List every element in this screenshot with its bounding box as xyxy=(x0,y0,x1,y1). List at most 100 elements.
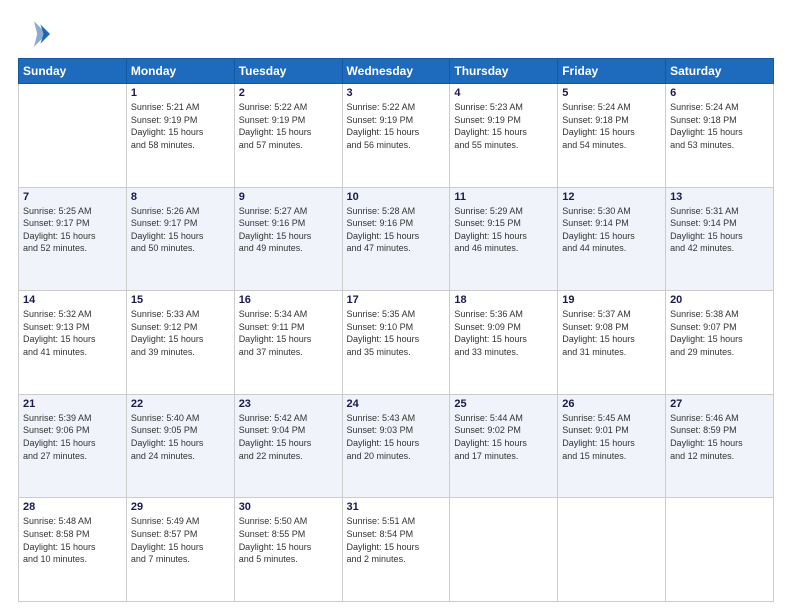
day-number: 23 xyxy=(239,398,338,410)
day-info: Sunrise: 5:43 AM Sunset: 9:03 PM Dayligh… xyxy=(347,412,446,462)
calendar-cell: 8 Sunrise: 5:26 AM Sunset: 9:17 PM Daylig… xyxy=(126,187,234,291)
day-info: Sunrise: 5:37 AM Sunset: 9:08 PM Dayligh… xyxy=(562,308,661,358)
calendar-cell: 20 Sunrise: 5:38 AM Sunset: 9:07 PM Dayli… xyxy=(666,291,774,395)
day-info: Sunrise: 5:22 AM Sunset: 9:19 PM Dayligh… xyxy=(347,101,446,151)
calendar-cell xyxy=(558,498,666,602)
day-info: Sunrise: 5:28 AM Sunset: 9:16 PM Dayligh… xyxy=(347,205,446,255)
weekday-header: Friday xyxy=(558,59,666,84)
calendar-cell: 6 Sunrise: 5:24 AM Sunset: 9:18 PM Daylig… xyxy=(666,84,774,188)
weekday-header: Monday xyxy=(126,59,234,84)
calendar-cell: 18 Sunrise: 5:36 AM Sunset: 9:09 PM Dayli… xyxy=(450,291,558,395)
calendar-cell: 25 Sunrise: 5:44 AM Sunset: 9:02 PM Dayli… xyxy=(450,394,558,498)
calendar-cell: 21Sunrise: 5:39 AM Sunset: 9:06 PM Dayli… xyxy=(19,394,127,498)
day-number: 18 xyxy=(454,294,553,306)
day-info: Sunrise: 5:31 AM Sunset: 9:14 PM Dayligh… xyxy=(670,205,769,255)
day-number: 12 xyxy=(562,191,661,203)
day-number: 26 xyxy=(562,398,661,410)
calendar-cell: 3Sunrise: 5:22 AM Sunset: 9:19 PM Daylig… xyxy=(342,84,450,188)
day-number: 29 xyxy=(131,501,230,513)
day-number: 11 xyxy=(454,191,553,203)
day-number: 9 xyxy=(239,191,338,203)
calendar-cell: 16 Sunrise: 5:34 AM Sunset: 9:11 PM Dayli… xyxy=(234,291,342,395)
day-info: Sunrise: 5:45 AM Sunset: 9:01 PM Dayligh… xyxy=(562,412,661,462)
calendar-cell: 19Sunrise: 5:37 AM Sunset: 9:08 PM Dayli… xyxy=(558,291,666,395)
weekday-header: Thursday xyxy=(450,59,558,84)
calendar-week-row: 28Sunrise: 5:48 AM Sunset: 8:58 PM Dayli… xyxy=(19,498,774,602)
day-info: Sunrise: 5:50 AM Sunset: 8:55 PM Dayligh… xyxy=(239,515,338,565)
calendar-cell: 27Sunrise: 5:46 AM Sunset: 8:59 PM Dayli… xyxy=(666,394,774,498)
logo xyxy=(18,18,54,50)
day-number: 28 xyxy=(23,501,122,513)
day-number: 2 xyxy=(239,87,338,99)
calendar-cell: 23 Sunrise: 5:42 AM Sunset: 9:04 PM Dayli… xyxy=(234,394,342,498)
calendar-cell: 24 Sunrise: 5:43 AM Sunset: 9:03 PM Dayli… xyxy=(342,394,450,498)
header xyxy=(18,18,774,50)
page: SundayMondayTuesdayWednesdayThursdayFrid… xyxy=(0,0,792,612)
day-number: 8 xyxy=(131,191,230,203)
day-number: 25 xyxy=(454,398,553,410)
weekday-header: Saturday xyxy=(666,59,774,84)
calendar-cell xyxy=(666,498,774,602)
weekday-header: Sunday xyxy=(19,59,127,84)
day-number: 7 xyxy=(23,191,122,203)
calendar-cell: 2 Sunrise: 5:22 AM Sunset: 9:19 PM Daylig… xyxy=(234,84,342,188)
calendar-cell: 30 Sunrise: 5:50 AM Sunset: 8:55 PM Dayli… xyxy=(234,498,342,602)
calendar-week-row: 21Sunrise: 5:39 AM Sunset: 9:06 PM Dayli… xyxy=(19,394,774,498)
day-number: 4 xyxy=(454,87,553,99)
day-info: Sunrise: 5:42 AM Sunset: 9:04 PM Dayligh… xyxy=(239,412,338,462)
calendar-cell: 15 Sunrise: 5:33 AM Sunset: 9:12 PM Dayli… xyxy=(126,291,234,395)
day-number: 16 xyxy=(239,294,338,306)
day-info: Sunrise: 5:29 AM Sunset: 9:15 PM Dayligh… xyxy=(454,205,553,255)
calendar-cell: 17 Sunrise: 5:35 AM Sunset: 9:10 PM Dayli… xyxy=(342,291,450,395)
day-info: Sunrise: 5:36 AM Sunset: 9:09 PM Dayligh… xyxy=(454,308,553,358)
day-info: Sunrise: 5:38 AM Sunset: 9:07 PM Dayligh… xyxy=(670,308,769,358)
day-info: Sunrise: 5:34 AM Sunset: 9:11 PM Dayligh… xyxy=(239,308,338,358)
day-number: 31 xyxy=(347,501,446,513)
day-number: 22 xyxy=(131,398,230,410)
calendar-week-row: 14 Sunrise: 5:32 AM Sunset: 9:13 PM Dayli… xyxy=(19,291,774,395)
calendar-cell xyxy=(19,84,127,188)
day-number: 17 xyxy=(347,294,446,306)
day-info: Sunrise: 5:51 AM Sunset: 8:54 PM Dayligh… xyxy=(347,515,446,565)
day-info: Sunrise: 5:44 AM Sunset: 9:02 PM Dayligh… xyxy=(454,412,553,462)
day-number: 13 xyxy=(670,191,769,203)
calendar-cell: 13 Sunrise: 5:31 AM Sunset: 9:14 PM Dayli… xyxy=(666,187,774,291)
day-info: Sunrise: 5:26 AM Sunset: 9:17 PM Dayligh… xyxy=(131,205,230,255)
day-info: Sunrise: 5:49 AM Sunset: 8:57 PM Dayligh… xyxy=(131,515,230,565)
day-info: Sunrise: 5:22 AM Sunset: 9:19 PM Dayligh… xyxy=(239,101,338,151)
day-info: Sunrise: 5:32 AM Sunset: 9:13 PM Dayligh… xyxy=(23,308,122,358)
day-number: 30 xyxy=(239,501,338,513)
day-number: 14 xyxy=(23,294,122,306)
day-info: Sunrise: 5:24 AM Sunset: 9:18 PM Dayligh… xyxy=(670,101,769,151)
day-info: Sunrise: 5:35 AM Sunset: 9:10 PM Dayligh… xyxy=(347,308,446,358)
logo-icon xyxy=(18,18,50,50)
calendar-cell: 28Sunrise: 5:48 AM Sunset: 8:58 PM Dayli… xyxy=(19,498,127,602)
day-number: 20 xyxy=(670,294,769,306)
calendar-cell: 5Sunrise: 5:24 AM Sunset: 9:18 PM Daylig… xyxy=(558,84,666,188)
calendar-cell: 12 Sunrise: 5:30 AM Sunset: 9:14 PM Dayli… xyxy=(558,187,666,291)
day-info: Sunrise: 5:46 AM Sunset: 8:59 PM Dayligh… xyxy=(670,412,769,462)
calendar-cell: 1Sunrise: 5:21 AM Sunset: 9:19 PM Daylig… xyxy=(126,84,234,188)
calendar-cell: 29 Sunrise: 5:49 AM Sunset: 8:57 PM Dayli… xyxy=(126,498,234,602)
day-info: Sunrise: 5:23 AM Sunset: 9:19 PM Dayligh… xyxy=(454,101,553,151)
day-number: 10 xyxy=(347,191,446,203)
calendar-header-row: SundayMondayTuesdayWednesdayThursdayFrid… xyxy=(19,59,774,84)
calendar-cell: 14 Sunrise: 5:32 AM Sunset: 9:13 PM Dayli… xyxy=(19,291,127,395)
calendar-cell: 26 Sunrise: 5:45 AM Sunset: 9:01 PM Dayli… xyxy=(558,394,666,498)
calendar-table: SundayMondayTuesdayWednesdayThursdayFrid… xyxy=(18,58,774,602)
day-number: 6 xyxy=(670,87,769,99)
day-info: Sunrise: 5:25 AM Sunset: 9:17 PM Dayligh… xyxy=(23,205,122,255)
weekday-header: Tuesday xyxy=(234,59,342,84)
day-number: 15 xyxy=(131,294,230,306)
day-info: Sunrise: 5:40 AM Sunset: 9:05 PM Dayligh… xyxy=(131,412,230,462)
calendar-cell: 22 Sunrise: 5:40 AM Sunset: 9:05 PM Dayli… xyxy=(126,394,234,498)
calendar-cell: 7 Sunrise: 5:25 AM Sunset: 9:17 PM Daylig… xyxy=(19,187,127,291)
day-info: Sunrise: 5:39 AM Sunset: 9:06 PM Dayligh… xyxy=(23,412,122,462)
day-info: Sunrise: 5:30 AM Sunset: 9:14 PM Dayligh… xyxy=(562,205,661,255)
calendar-week-row: 1Sunrise: 5:21 AM Sunset: 9:19 PM Daylig… xyxy=(19,84,774,188)
calendar-cell: 9Sunrise: 5:27 AM Sunset: 9:16 PM Daylig… xyxy=(234,187,342,291)
calendar-cell xyxy=(450,498,558,602)
day-number: 24 xyxy=(347,398,446,410)
calendar-week-row: 7 Sunrise: 5:25 AM Sunset: 9:17 PM Daylig… xyxy=(19,187,774,291)
day-info: Sunrise: 5:33 AM Sunset: 9:12 PM Dayligh… xyxy=(131,308,230,358)
